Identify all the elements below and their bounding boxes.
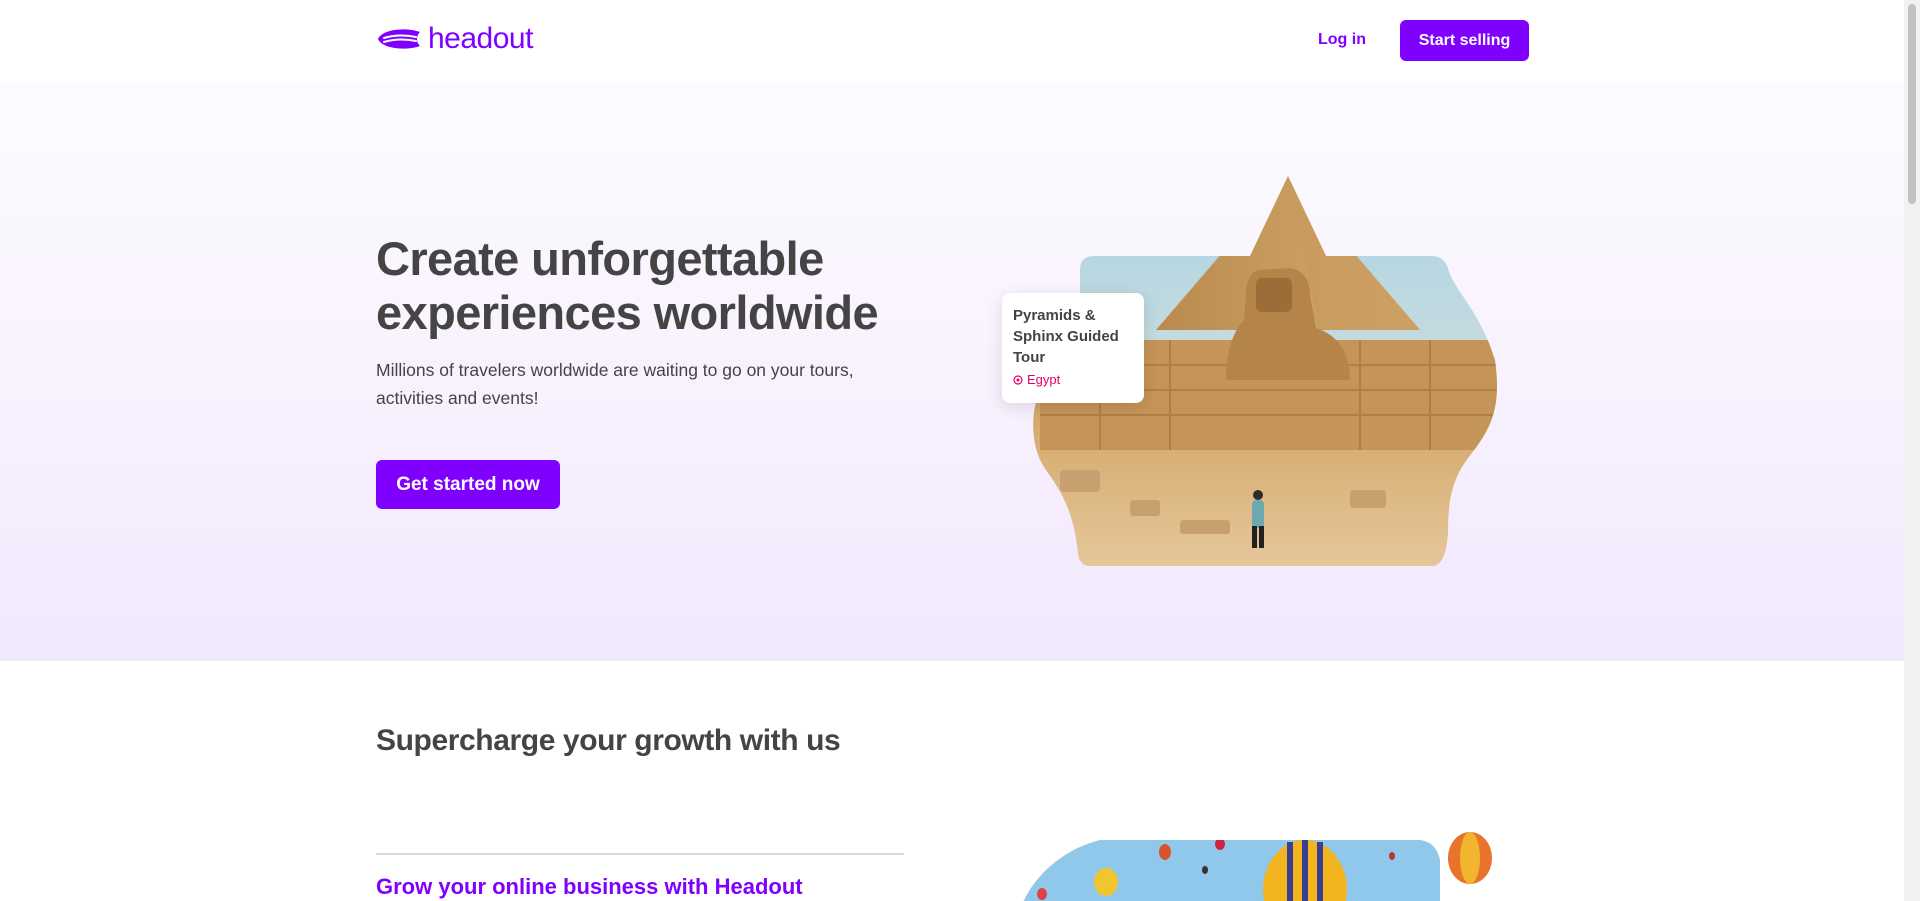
site-header: headout Log in Start selling xyxy=(0,0,1904,82)
hero-section xyxy=(0,82,1904,661)
scrollbar-thumb[interactable] xyxy=(1908,4,1916,204)
headout-logo[interactable]: headout xyxy=(376,22,533,56)
tour-card[interactable]: Pyramids & Sphinx Guided Tour Egypt xyxy=(1002,293,1144,403)
hot-air-balloons-image xyxy=(1020,832,1492,901)
blimp-logo-icon xyxy=(378,29,420,49)
hero-subtitle: Millions of travelers worldwide are wait… xyxy=(376,360,854,408)
tour-card-location-text: Egypt xyxy=(1027,372,1061,387)
hero-title: Create unforgettable experiences worldwi… xyxy=(376,232,879,339)
tour-card-title: Pyramids & Sphinx Guided Tour xyxy=(1013,307,1119,366)
tour-card-location: Egypt xyxy=(1013,372,1133,387)
growth-section-title: Supercharge your growth with us xyxy=(376,724,841,757)
divider xyxy=(376,853,904,855)
get-started-button[interactable]: Get started now xyxy=(376,460,560,509)
growth-item-title[interactable]: Grow your online business with Headout xyxy=(376,874,803,900)
logo-text: headout xyxy=(428,22,533,55)
page: headout Log in Start selling Create unfo… xyxy=(0,0,1904,901)
start-selling-button[interactable]: Start selling xyxy=(1400,20,1529,61)
location-pin-icon xyxy=(1013,374,1023,385)
login-link[interactable]: Log in xyxy=(1318,31,1366,49)
page-scrollbar[interactable] xyxy=(1904,0,1920,901)
